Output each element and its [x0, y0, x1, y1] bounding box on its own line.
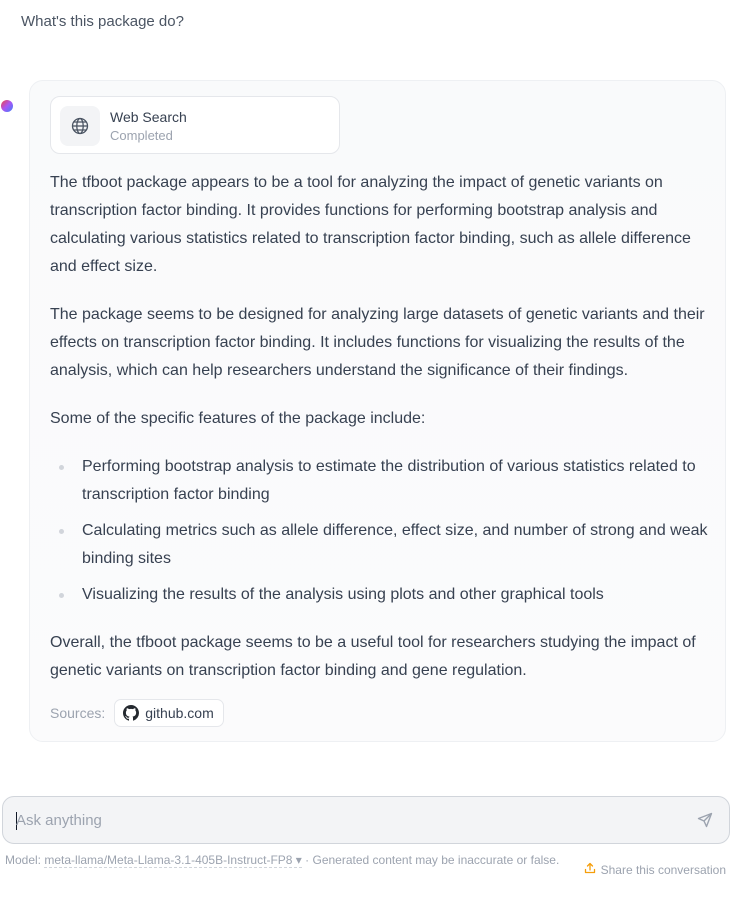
user-message: What's this package do?: [21, 13, 184, 30]
tool-status: Completed: [110, 128, 173, 143]
source-link-github[interactable]: github.com: [114, 699, 224, 727]
feature-list: Performing bootstrap analysis to estimat…: [50, 453, 710, 609]
share-icon: [584, 862, 596, 877]
list-item: Visualizing the results of the analysis …: [50, 581, 710, 609]
model-prefix: Model:: [5, 853, 45, 867]
github-icon: [123, 705, 140, 721]
tool-title: Web Search: [110, 109, 187, 125]
source-label: github.com: [145, 705, 214, 721]
answer-paragraph: Some of the specific features of the pac…: [50, 410, 426, 427]
send-icon[interactable]: [697, 812, 713, 828]
sources-label: Sources:: [50, 705, 106, 721]
footer-note: Model: meta-llama/Meta-Llama-3.1-405B-In…: [5, 852, 575, 869]
answer-paragraph: The tfboot package appears to be a tool …: [50, 174, 691, 275]
web-search-tool-card[interactable]: Web Search Completed: [50, 96, 340, 154]
list-item-text: Calculating metrics such as allele diffe…: [82, 522, 708, 567]
list-item-text: Visualizing the results of the analysis …: [82, 586, 604, 603]
share-conversation-button[interactable]: Share this conversation: [584, 862, 726, 877]
assistant-avatar: [1, 100, 13, 112]
disclaimer: · Generated content may be inaccurate or…: [301, 853, 560, 867]
share-label: Share this conversation: [600, 862, 726, 877]
chat-composer[interactable]: [2, 796, 730, 844]
answer-content: The tfboot package appears to be a tool …: [50, 169, 710, 705]
bullet-dot: [59, 465, 64, 470]
list-item-text: Performing bootstrap analysis to estimat…: [82, 458, 696, 503]
message-input[interactable]: [16, 797, 676, 843]
sources-row: Sources: github.com: [50, 699, 224, 727]
list-item: Performing bootstrap analysis to estimat…: [50, 453, 710, 509]
globe-icon: [60, 106, 100, 146]
answer-conclusion: Overall, the tfboot package seems to be …: [50, 634, 696, 679]
chat-page: What's this package do? Web Search Compl…: [0, 0, 736, 898]
list-item: Calculating metrics such as allele diffe…: [50, 517, 710, 573]
answer-paragraph: The package seems to be designed for ana…: [50, 306, 705, 379]
assistant-message: Web Search Completed The tfboot package …: [29, 80, 726, 742]
model-selector[interactable]: meta-llama/Meta-Llama-3.1-405B-Instruct-…: [44, 853, 302, 868]
bullet-dot: [59, 593, 64, 598]
bullet-dot: [59, 529, 64, 534]
model-name: meta-llama/Meta-Llama-3.1-405B-Instruct-…: [44, 853, 293, 867]
